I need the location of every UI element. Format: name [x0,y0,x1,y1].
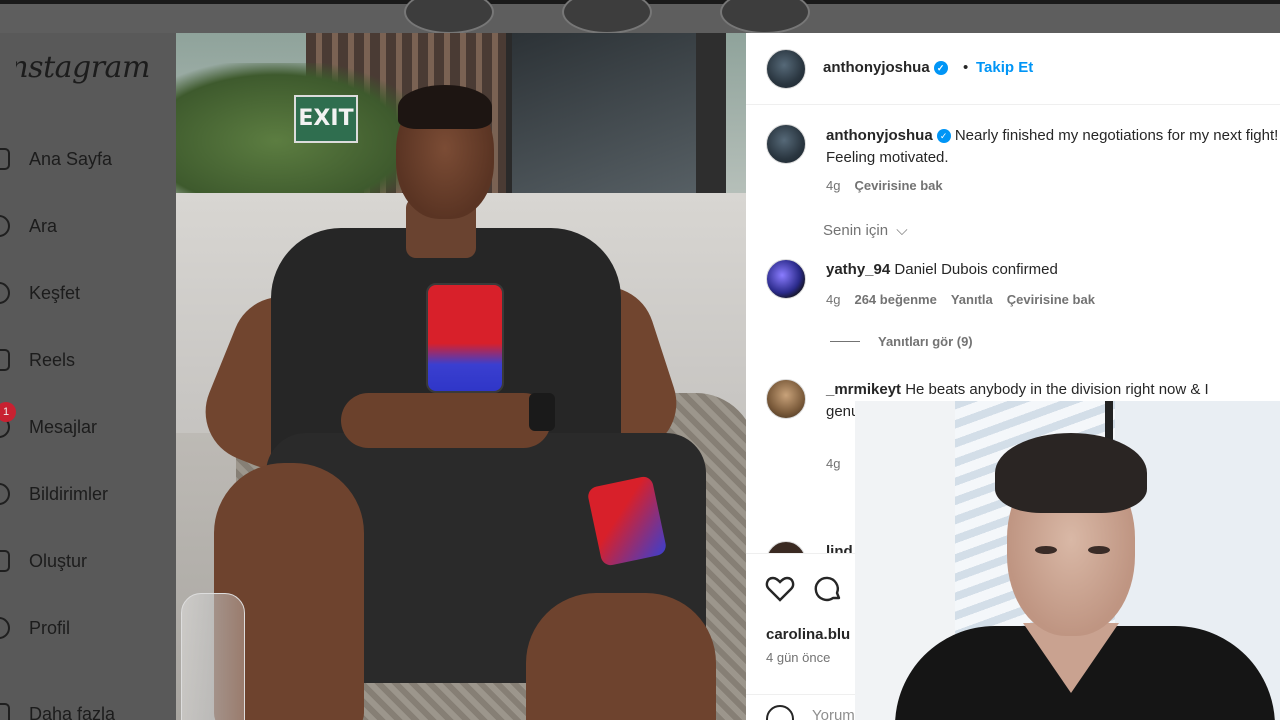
comment-time: 4g [826,292,841,307]
home-icon [0,148,10,170]
header-separator: • [963,59,969,76]
sidebar-item-label: Bildirimler [29,483,109,504]
webcam-overlay [855,401,1280,720]
sidebar-item-notifications[interactable]: Bildirimler [0,474,170,514]
watch [529,393,555,431]
sidebar-item-profile[interactable]: Profil [0,608,170,648]
replies-divider [830,341,860,342]
sidebar-item-label: Ana Sayfa [29,148,113,169]
commenter-avatar[interactable] [766,379,806,419]
exit-sign: EXIT [294,95,358,143]
emoji-icon[interactable] [766,705,794,720]
logo-text: Instagram [0,50,150,85]
chevron-down-icon: ⌵ [896,222,908,239]
story-avatar[interactable] [720,0,810,34]
caption-username[interactable]: anthonyjoshua [826,127,933,144]
story-avatar[interactable] [404,0,494,34]
instagram-logo[interactable]: Instagram [0,50,150,85]
photo-forearm [341,393,551,448]
photo-person-hair [398,85,492,129]
post-header: anthonyjoshua ✓ • Takip Et [746,33,1280,105]
search-icon [0,215,10,237]
explore-icon [0,282,10,304]
shirt-logo [426,283,504,393]
menu-icon [0,703,10,720]
photo-leg [526,593,716,720]
sidebar-item-label: Mesajlar [29,416,98,437]
cam-person-eye [1088,546,1110,554]
sidebar-item-messages[interactable]: 1 Mesajlar [0,402,170,447]
follow-button[interactable]: Takip Et [976,59,1033,76]
heart-icon [0,483,10,505]
liked-by-username[interactable]: carolina.blu [766,626,850,643]
sidebar-item-explore[interactable]: Keşfet [0,273,170,313]
story-avatar[interactable] [562,0,652,34]
sidebar-item-label: Profil [29,617,71,638]
reply-button[interactable]: Yanıtla [951,292,993,307]
sidebar-item-label: Ara [29,215,58,236]
post-photo[interactable]: EXIT [176,33,746,720]
comment-likes[interactable]: 264 beğenme [854,292,936,307]
create-icon [0,550,10,572]
author-avatar[interactable] [766,49,806,89]
reels-icon [0,349,10,371]
caption-meta: 4g Çevirisine bak [826,178,957,193]
comment-time: 4g [826,456,841,471]
comment-username[interactable]: yathy_94 [826,261,890,278]
comment-sort-label: Senin için [823,222,889,239]
sidebar-item-create[interactable]: Oluştur [0,541,170,581]
comment-sort-dropdown[interactable]: Senin için ⌵ [823,222,908,239]
verified-icon: ✓ [936,129,951,143]
like-heart-icon[interactable] [765,574,795,604]
view-replies-button[interactable]: Yanıtları gör (9) [830,334,973,349]
author-username-text: anthonyjoshua [823,59,930,76]
sidebar-item-label: Reels [29,349,76,370]
commenter-avatar[interactable] [766,259,806,299]
view-replies-label: Yanıtları gör (9) [878,334,973,349]
avatar-icon [0,617,10,639]
caption-time: 4g [826,178,841,193]
translate-link[interactable]: Çevirisine bak [854,178,942,193]
stories-bar [0,0,1280,34]
comment-icon[interactable] [813,574,843,604]
cam-person-eye [1035,546,1057,554]
caption-avatar[interactable] [766,124,806,164]
post-timestamp: 4 gün önce [766,650,831,665]
sidebar-item-more[interactable]: Daha fazla [0,694,170,720]
comment-username[interactable]: _mrmikeyt [826,381,901,398]
comment-meta: 4g [826,456,854,471]
sidebar-item-label: Keşfet [29,282,81,303]
unread-badge: 1 [0,402,16,422]
sidebar-item-search[interactable]: Ara [0,206,170,246]
author-username[interactable]: anthonyjoshua ✓ [823,59,948,76]
translate-link[interactable]: Çevirisine bak [1007,292,1095,307]
verified-icon: ✓ [933,61,948,75]
sidebar-item-label: Daha fazla [29,703,116,720]
sidebar-item-label: Oluştur [29,550,88,571]
cam-person-hair [995,433,1147,513]
sidebar-item-home[interactable]: Ana Sayfa [0,139,170,179]
comment-item: yathy_94 Daniel Dubois confirmed [826,259,1280,281]
comment-text: Daniel Dubois confirmed [894,261,1058,278]
sidebar-item-reels[interactable]: Reels [0,340,170,380]
post-caption: anthonyjoshua ✓ Nearly finished my negoti… [826,125,1280,169]
photo-bottle [181,593,245,720]
comment-meta: 4g 264 beğenme Yanıtla Çevirisine bak [826,292,1109,307]
